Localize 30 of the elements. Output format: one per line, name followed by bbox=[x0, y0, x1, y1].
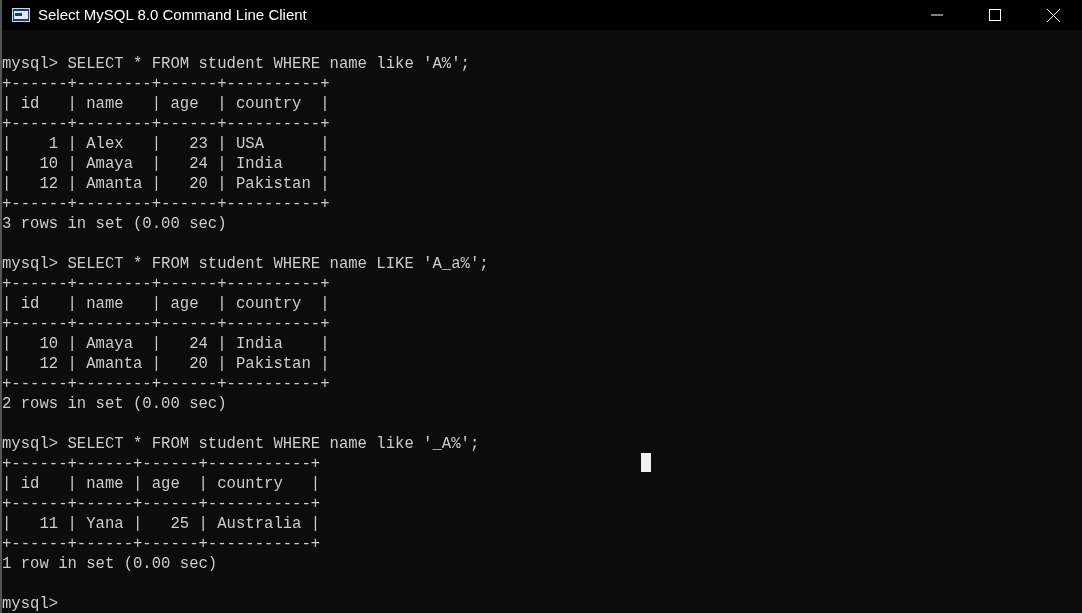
console-line: | 1 | Alex | 23 | USA | bbox=[2, 135, 330, 153]
console-line: | id | name | age | country | bbox=[2, 95, 330, 113]
console-line: | 12 | Amanta | 20 | Pakistan | bbox=[2, 355, 330, 373]
console-line: | 10 | Amaya | 24 | India | bbox=[2, 155, 330, 173]
console-line: +------+--------+------+----------+ bbox=[2, 195, 330, 213]
console-line: +------+------+------+-----------+ bbox=[2, 495, 321, 513]
console-line: | 11 | Yana | 25 | Australia | bbox=[2, 515, 321, 533]
console-line: 2 rows in set (0.00 sec) bbox=[2, 395, 227, 413]
console-line: +------+--------+------+----------+ bbox=[2, 375, 330, 393]
console-line: | 10 | Amaya | 24 | India | bbox=[2, 335, 330, 353]
window-title: Select MySQL 8.0 Command Line Client bbox=[38, 4, 307, 25]
console-line: +------+--------+------+----------+ bbox=[2, 75, 330, 93]
console-line: +------+------+------+-----------+ bbox=[2, 535, 321, 553]
console-line: 1 row in set (0.00 sec) bbox=[2, 555, 218, 573]
console-line: mysql> SELECT * FROM student WHERE name LIKE 'A_a%'; bbox=[2, 255, 489, 273]
console-line: mysql> SELECT * FROM student WHERE name like '_A%'; bbox=[2, 435, 480, 453]
console-line: +------+--------+------+----------+ bbox=[2, 115, 330, 133]
console-line: mysql> bbox=[2, 595, 59, 613]
console-line: | id | name | age | country | bbox=[2, 295, 330, 313]
console-line: +------+------+------+-----------+ bbox=[2, 455, 321, 473]
console-line: | 12 | Amanta | 20 | Pakistan | bbox=[2, 175, 330, 193]
console-line: | id | name | age | country | bbox=[2, 475, 321, 493]
console-line: +------+--------+------+----------+ bbox=[2, 315, 330, 333]
app-icon bbox=[12, 8, 30, 22]
console-line: 3 rows in set (0.00 sec) bbox=[2, 215, 227, 233]
close-icon bbox=[1046, 8, 1060, 22]
text-cursor bbox=[641, 453, 651, 472]
console-line: mysql> SELECT * FROM student WHERE name like 'A%'; bbox=[2, 55, 470, 73]
maximize-icon bbox=[989, 9, 1001, 21]
console-line: +------+--------+------+----------+ bbox=[2, 275, 330, 293]
